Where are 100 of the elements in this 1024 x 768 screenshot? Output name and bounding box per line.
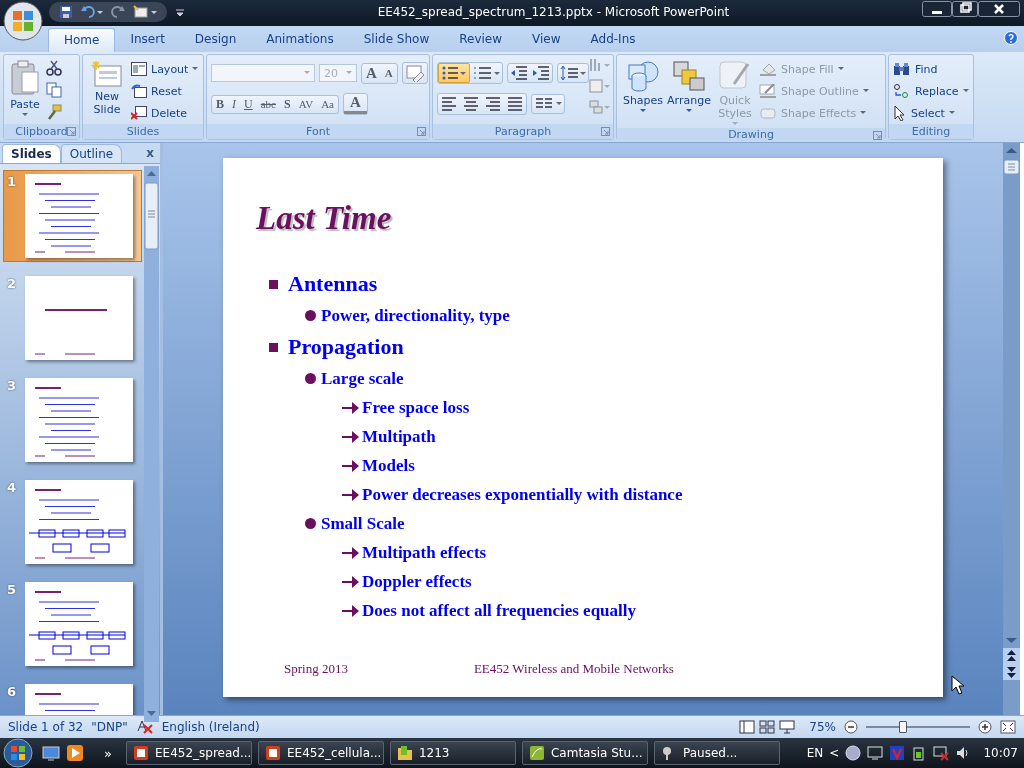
arrow-bullet-icon [342,487,359,502]
align-center-icon[interactable] [462,95,480,113]
justify-icon[interactable] [506,95,524,113]
show-hidden-icons-button[interactable]: < [829,746,840,760]
taskbar-button[interactable]: Paused... [653,741,780,765]
group-label: Slides [126,125,160,138]
ribbon-button[interactable]: Find [893,60,969,78]
pointer-icon [893,105,907,121]
ribbon-tab[interactable]: Home [48,28,116,52]
ribbon-button[interactable]: Paste [8,58,42,119]
square-bullet-icon [269,342,278,352]
minimize-icon[interactable] [922,1,952,17]
zoom-in-icon[interactable] [978,720,992,734]
align-right-icon[interactable] [484,95,502,113]
format-button[interactable]: AV [294,97,318,111]
maximize-icon[interactable] [952,1,978,17]
font-name-field[interactable] [211,64,315,82]
ribbon-tab[interactable]: View [517,28,576,52]
circle-bullet-icon [305,518,316,529]
scrollbar[interactable] [144,166,159,722]
new-slide-icon[interactable] [133,5,157,19]
start-button-icon[interactable] [0,738,36,768]
ribbon-tab[interactable]: Slide Show [348,28,445,52]
bullet-text: Large scale [321,368,404,389]
footer-text: EE452 Wireless and Mobile Networks [473,661,674,677]
format-button[interactable]: B [212,95,228,113]
grow-font-button[interactable]: A [362,63,381,83]
media-player-icon[interactable] [66,744,84,762]
replace-icon [893,83,911,99]
fit-to-window-icon[interactable] [1000,720,1016,734]
save-icon[interactable] [59,5,73,19]
taskbar-button[interactable]: Camtasia Stu... [521,741,648,765]
cut-icon[interactable] [46,60,62,76]
shield-icon[interactable] [889,745,906,761]
bullet-text: Models [362,455,415,476]
zoom-level[interactable]: 75% [809,720,836,734]
language-indicator[interactable]: EN [806,746,824,760]
group-label: Font [306,125,330,138]
font-color-button[interactable]: A [343,94,367,114]
ribbon-button[interactable]: Replace [893,82,969,100]
help-icon[interactable] [1004,31,1018,45]
slider-thumb[interactable] [899,721,908,733]
ribbon-button[interactable]: Shapes [621,58,665,115]
group-label: Paragraph [494,125,552,138]
spelling-check-icon[interactable] [135,719,154,735]
arrow-bullet-icon [342,458,359,473]
arrow-bullet-icon [342,400,359,415]
show-desktop-icon[interactable] [42,745,60,761]
customize-caret-icon[interactable] [175,8,185,18]
align-left-icon[interactable] [440,95,458,113]
redo-icon[interactable] [111,5,125,19]
bullets-button[interactable] [438,63,470,83]
language-indicator[interactable]: English (Ireland) [161,720,260,734]
close-button[interactable]: x [146,146,154,160]
format-button[interactable]: U [240,95,257,113]
monitor-icon[interactable] [867,745,884,761]
taskbar-button[interactable]: EE452_cellula... [257,741,384,765]
ribbon-tab[interactable]: Animations [251,28,349,52]
taskbar-button[interactable]: 1213 [389,741,516,765]
new-slide-icon [91,60,123,88]
ribbon-tab[interactable]: Insert [115,28,180,52]
copy-icon[interactable] [46,82,62,98]
network-error-icon[interactable] [933,745,950,761]
ribbon-tab[interactable]: Add-Ins [575,28,651,52]
circle-bullet-icon [305,310,316,321]
taskbar-button[interactable]: EE452_spread... [125,741,252,765]
format-button[interactable]: I [228,95,240,113]
shrink-font-button[interactable]: A [380,66,397,80]
network-globe-icon[interactable] [845,745,862,761]
ribbon-button[interactable]: Select [893,104,969,122]
more-button[interactable]: » [104,745,112,761]
zoom-out-icon[interactable] [844,720,858,734]
clock[interactable]: 10:07 [983,746,1018,760]
circle-bullet-icon [305,373,316,384]
ribbon-button[interactable]: Layout [131,60,199,78]
normal-view-icon[interactable] [739,720,756,734]
format-painter-icon[interactable] [46,104,62,120]
previous-slide-icon[interactable] [1003,648,1020,664]
slide-sorter-icon[interactable] [759,720,776,734]
caret-icon [962,89,969,93]
ribbon-button[interactable]: Delete [131,104,199,122]
increase-indent-icon[interactable] [532,65,550,81]
numbered-list-icon[interactable] [472,64,500,82]
ribbon-tab[interactable]: Design [179,28,252,52]
pane-tab[interactable]: Slides [2,144,61,163]
close-icon[interactable] [978,1,1020,17]
ribbon-button[interactable]: Reset [131,82,199,100]
ribbon-tab[interactable]: Review [444,28,518,52]
next-slide-icon[interactable] [1003,664,1020,680]
ribbon-button[interactable]: Arrange [667,58,711,115]
undo-icon[interactable] [81,5,103,19]
ribbon-button[interactable]: New Slide [87,58,127,118]
decrease-indent-icon[interactable] [510,65,528,81]
group-label: Drawing [728,128,774,141]
format-button[interactable]: abc [256,97,280,111]
pane-tab[interactable]: Outline [60,144,123,163]
format-button[interactable]: Aa [317,97,338,111]
format-button[interactable]: S [279,95,295,113]
slide-show-icon[interactable] [779,720,796,734]
shape-effects-icon [759,106,777,120]
